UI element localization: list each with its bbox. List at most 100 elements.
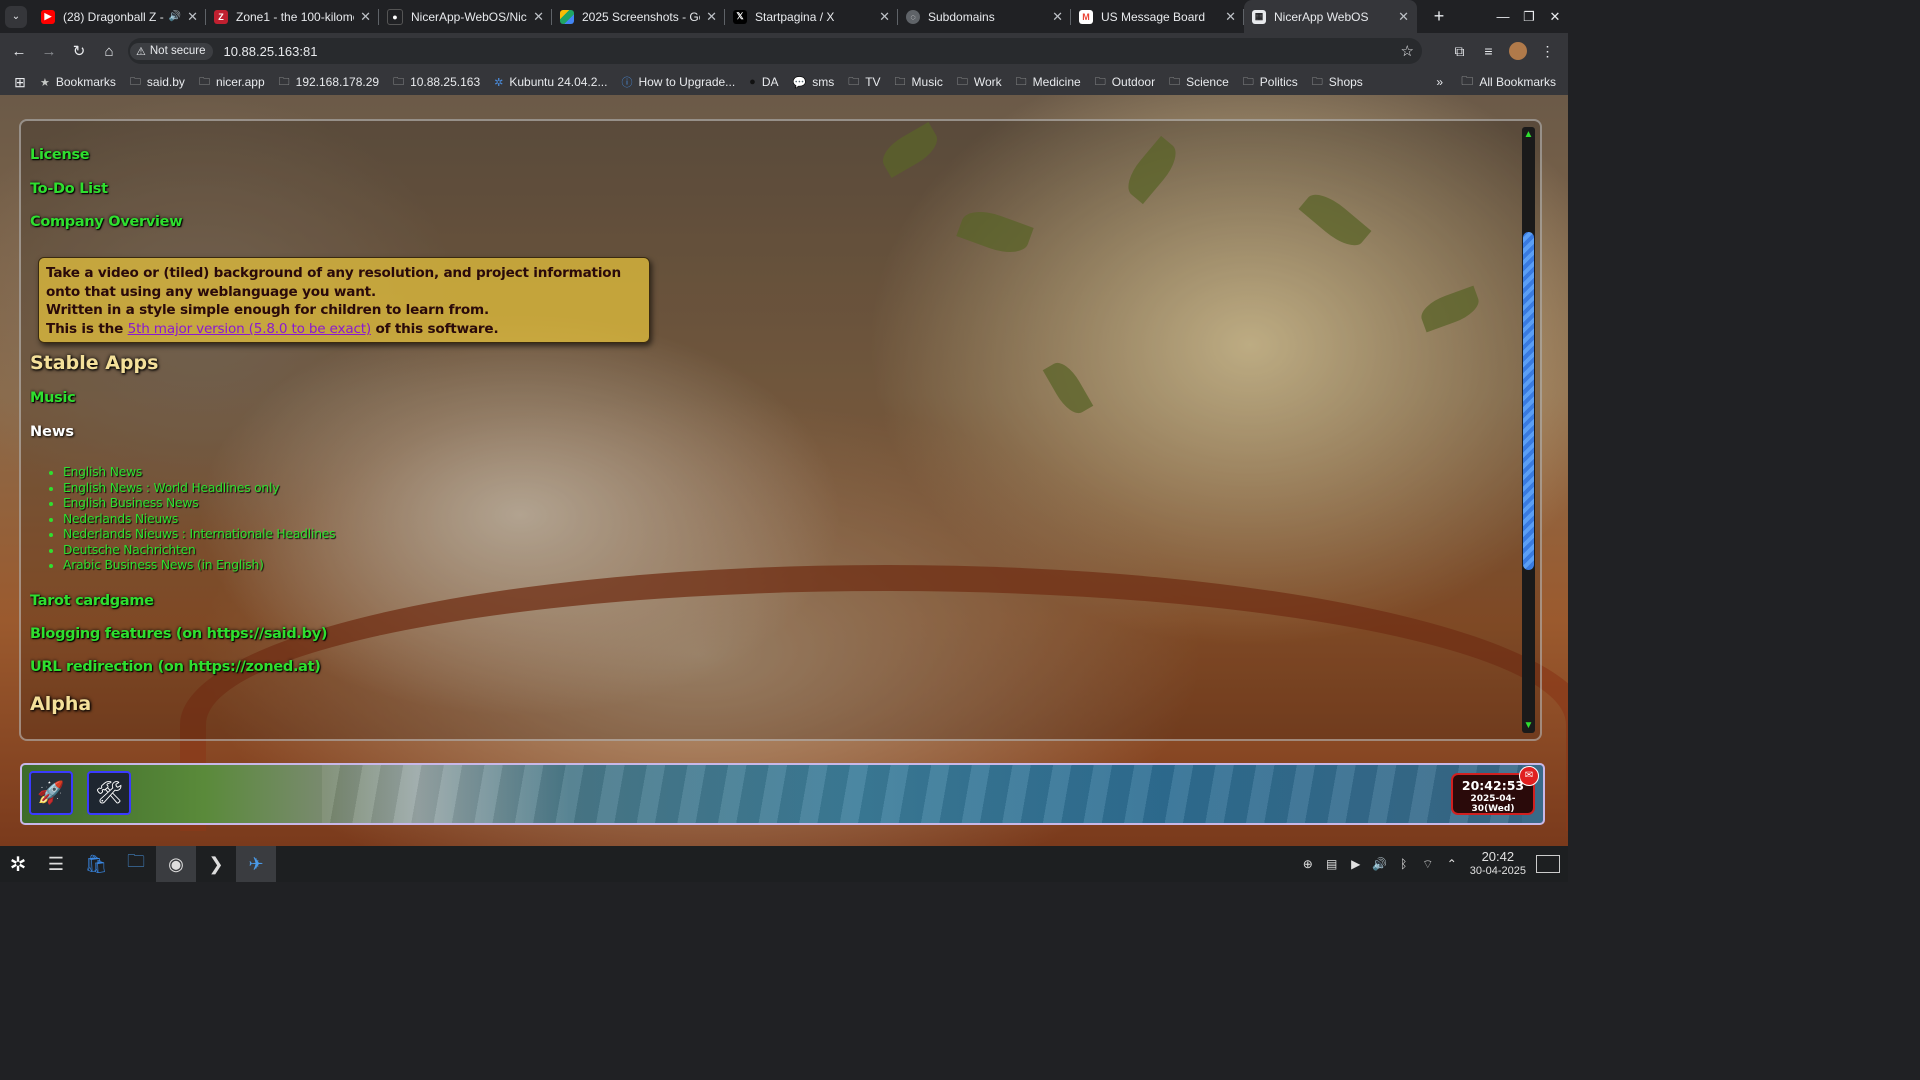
url-text[interactable]: 10.88.25.163:81 [223,44,317,59]
tab-youtube[interactable]: ▶ (28) Dragonball Z - 🔊 ✕ [33,0,206,33]
discover-icon[interactable]: 🛍 [76,846,116,882]
bookmark-item[interactable]: 🗀 Shops [1312,73,1363,92]
media-control-icon[interactable]: ≡ [1474,43,1503,59]
scrollbar-thumb[interactable] [1523,232,1534,570]
file-manager-icon[interactable]: 🗀 [116,846,156,882]
chat-icon: 💬 [792,76,807,89]
scroll-down-arrow-icon[interactable]: ▼ [1523,720,1534,731]
extensions-icon[interactable]: ⧉ [1445,43,1474,60]
bookmark-star-icon[interactable]: ☆ [1401,42,1414,60]
terminal-icon[interactable]: ❯ [196,846,236,882]
new-tab-button[interactable]: + [1427,6,1451,27]
close-tab-icon[interactable]: ✕ [1398,9,1409,25]
bookmark-item[interactable]: 🗀 Work [957,73,1002,92]
forward-arrow-icon[interactable]: → [34,43,64,60]
close-window-icon[interactable]: ✕ [1542,9,1568,25]
tab-subdomains[interactable]: ◌ Subdomains ✕ [898,0,1071,33]
reload-icon[interactable]: ↻ [64,42,94,60]
all-bookmarks-button[interactable]: 🗀 All Bookmarks [1461,72,1556,93]
security-chip[interactable]: ⚠ Not secure [130,42,214,60]
bookmark-item[interactable]: 🗀 nicer.app [199,73,265,92]
license-link[interactable]: License [30,147,90,163]
bookmark-item[interactable]: ★ Bookmarks [40,75,116,89]
company-overview-link[interactable]: Company Overview [30,214,183,230]
tab-x[interactable]: 𝕏 Startpagina / X ✕ [725,0,898,33]
apps-grid-icon[interactable]: ⊞ [0,74,40,91]
os-clock[interactable]: 20:42 30-04-2025 [1470,850,1526,878]
media-play-icon[interactable]: ▶ [1344,857,1368,871]
content-scroll-area[interactable]: License To-Do List Company Overview Take… [30,131,1510,735]
nicerapp-icon[interactable]: ✈ [236,846,276,882]
bookmark-item[interactable]: 🗀 Politics [1243,73,1298,92]
news-item[interactable]: English News : World Headlines only [63,481,335,497]
tab-google-drive[interactable]: 2025 Screenshots - Go ✕ [552,0,725,33]
close-tab-icon[interactable]: ✕ [1052,9,1063,25]
close-tab-icon[interactable]: ✕ [187,9,198,25]
wifi-icon[interactable]: ⌔ [1416,857,1440,872]
tab-zone1[interactable]: Z Zone1 - the 100-kilome ✕ [206,0,379,33]
news-item[interactable]: Arabic Business News (in English) [63,558,335,574]
tab-nicerapp-webos[interactable]: ▦ NicerApp WebOS ✕ [1244,0,1417,33]
tools-icon[interactable]: 🛠 [87,771,131,815]
menu-kebab-icon[interactable]: ⋮ [1533,43,1562,60]
maximize-icon[interactable]: ❐ [1516,9,1542,25]
volume-icon[interactable]: 🔊 [1368,857,1392,871]
music-link[interactable]: Music [30,390,76,406]
news-item[interactable]: Nederlands Nieuws [63,512,335,528]
bookmark-item[interactable]: 🗀 TV [848,73,880,92]
content-scrollbar[interactable]: ▲ ▼ [1522,127,1535,733]
bookmark-item[interactable]: 🗀 10.88.25.163 [393,73,480,92]
bluetooth-icon[interactable]: ᛒ [1392,857,1416,871]
folder-icon: 🗀 [894,75,906,88]
close-tab-icon[interactable]: ✕ [706,9,717,25]
tab-github[interactable]: ● NicerApp-WebOS/Nicer ✕ [379,0,552,33]
bookmark-item[interactable]: 🗀 Outdoor [1095,73,1155,92]
bookmark-item[interactable]: ⓘ How to Upgrade... [621,74,735,90]
bookmark-item[interactable]: ✲ Kubuntu 24.04.2... [494,75,607,89]
news-item[interactable]: Deutsche Nachrichten [63,543,335,559]
tarot-cardgame-link[interactable]: Tarot cardgame [30,593,154,609]
bookmark-label: DA [761,75,779,89]
close-tab-icon[interactable]: ✕ [533,9,544,25]
close-tab-icon[interactable]: ✕ [360,9,371,25]
speaker-icon[interactable]: 🔊 [169,11,181,22]
bookmark-item[interactable]: 🗀 Science [1169,73,1229,92]
bookmark-item[interactable]: 🗀 Music [895,73,943,92]
tab-gmail[interactable]: M US Message Board ✕ [1071,0,1244,33]
bookmark-item[interactable]: ● DA [749,75,778,89]
url-redirection-link[interactable]: URL redirection (on https://zoned.at) [30,659,321,675]
rocket-launcher-icon[interactable]: 🚀 [29,771,73,815]
back-arrow-icon[interactable]: ← [4,43,34,60]
home-icon[interactable]: ⌂ [94,43,124,60]
system-settings-icon[interactable]: ☰ [36,846,76,882]
profile-avatar[interactable] [1509,42,1527,60]
clipboard-icon[interactable]: ▤ [1320,857,1344,871]
bookmark-item[interactable]: 🗀 Medicine [1016,73,1081,92]
news-heading: News [30,424,74,440]
app-launcher-icon[interactable]: ✲ [0,846,36,882]
tray-expand-icon[interactable]: ⌃ [1440,857,1464,871]
bookmark-label: Kubuntu 24.04.2... [509,75,608,89]
close-tab-icon[interactable]: ✕ [1225,9,1236,25]
show-desktop-button[interactable] [1536,855,1560,873]
scroll-up-arrow-icon[interactable]: ▲ [1523,129,1534,140]
todo-list-link[interactable]: To-Do List [30,181,108,197]
address-bar[interactable]: ⚠ Not secure 10.88.25.163:81 ☆ [128,38,1422,64]
bookmarks-overflow-icon[interactable]: » [1436,75,1443,89]
tab-title: (28) Dragonball Z - [63,9,164,24]
news-item[interactable]: Nederlands Nieuws : Internationale Headl… [63,527,336,543]
mail-icon[interactable]: ✉ [1519,766,1539,786]
news-item[interactable]: English News [63,465,335,481]
close-tab-icon[interactable]: ✕ [879,9,890,25]
tab-title: Startpagina / X [755,9,835,24]
bookmark-item[interactable]: 💬 sms [793,75,835,89]
news-item[interactable]: English Business News [63,496,335,512]
tab-search-chevron-icon[interactable]: ⌄ [5,5,27,28]
chrome-icon[interactable]: ◉ [156,846,196,882]
bookmark-item[interactable]: 🗀 said.by [130,73,185,92]
version-link[interactable]: 5th major version (5.8.0 to be exact) [128,321,372,337]
bookmark-item[interactable]: 🗀 192.168.178.29 [279,73,379,92]
blogging-features-link[interactable]: Blogging features (on https://said.by) [30,626,327,642]
minimize-icon[interactable]: — [1490,9,1516,24]
update-icon[interactable]: ⊕ [1296,857,1320,871]
